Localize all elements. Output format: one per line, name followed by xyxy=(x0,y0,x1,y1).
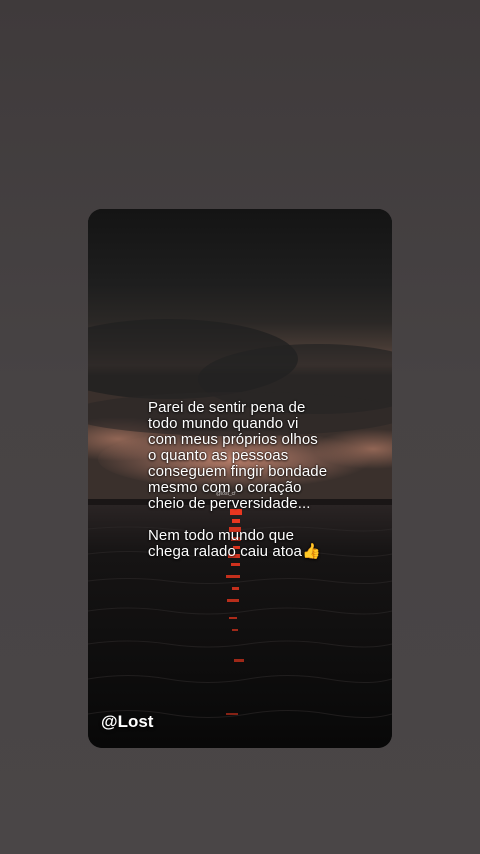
author-handle[interactable]: @Lost xyxy=(101,712,153,732)
caption-line: Parei de sentir pena de xyxy=(148,399,306,416)
small-watermark: @lost_cf xyxy=(216,491,236,497)
caption-line: chega ralado caiu atoa👍 xyxy=(148,543,321,560)
caption-line: mesmo com o coração xyxy=(148,479,302,496)
caption-line: conseguem fingir bondade xyxy=(148,463,328,480)
caption-line: com meus próprios olhos xyxy=(148,431,318,448)
caption-line: todo mundo quando vi xyxy=(148,415,299,432)
caption-line: cheio de perversidade... xyxy=(148,495,311,512)
caption-line: Nem todo mundo que xyxy=(148,527,295,544)
story-caption: Parei de sentir pena de todo mundo quand… xyxy=(148,400,388,560)
story-card[interactable]: Parei de sentir pena de todo mundo quand… xyxy=(88,209,392,748)
caption-line: o quanto as pessoas xyxy=(148,447,289,464)
